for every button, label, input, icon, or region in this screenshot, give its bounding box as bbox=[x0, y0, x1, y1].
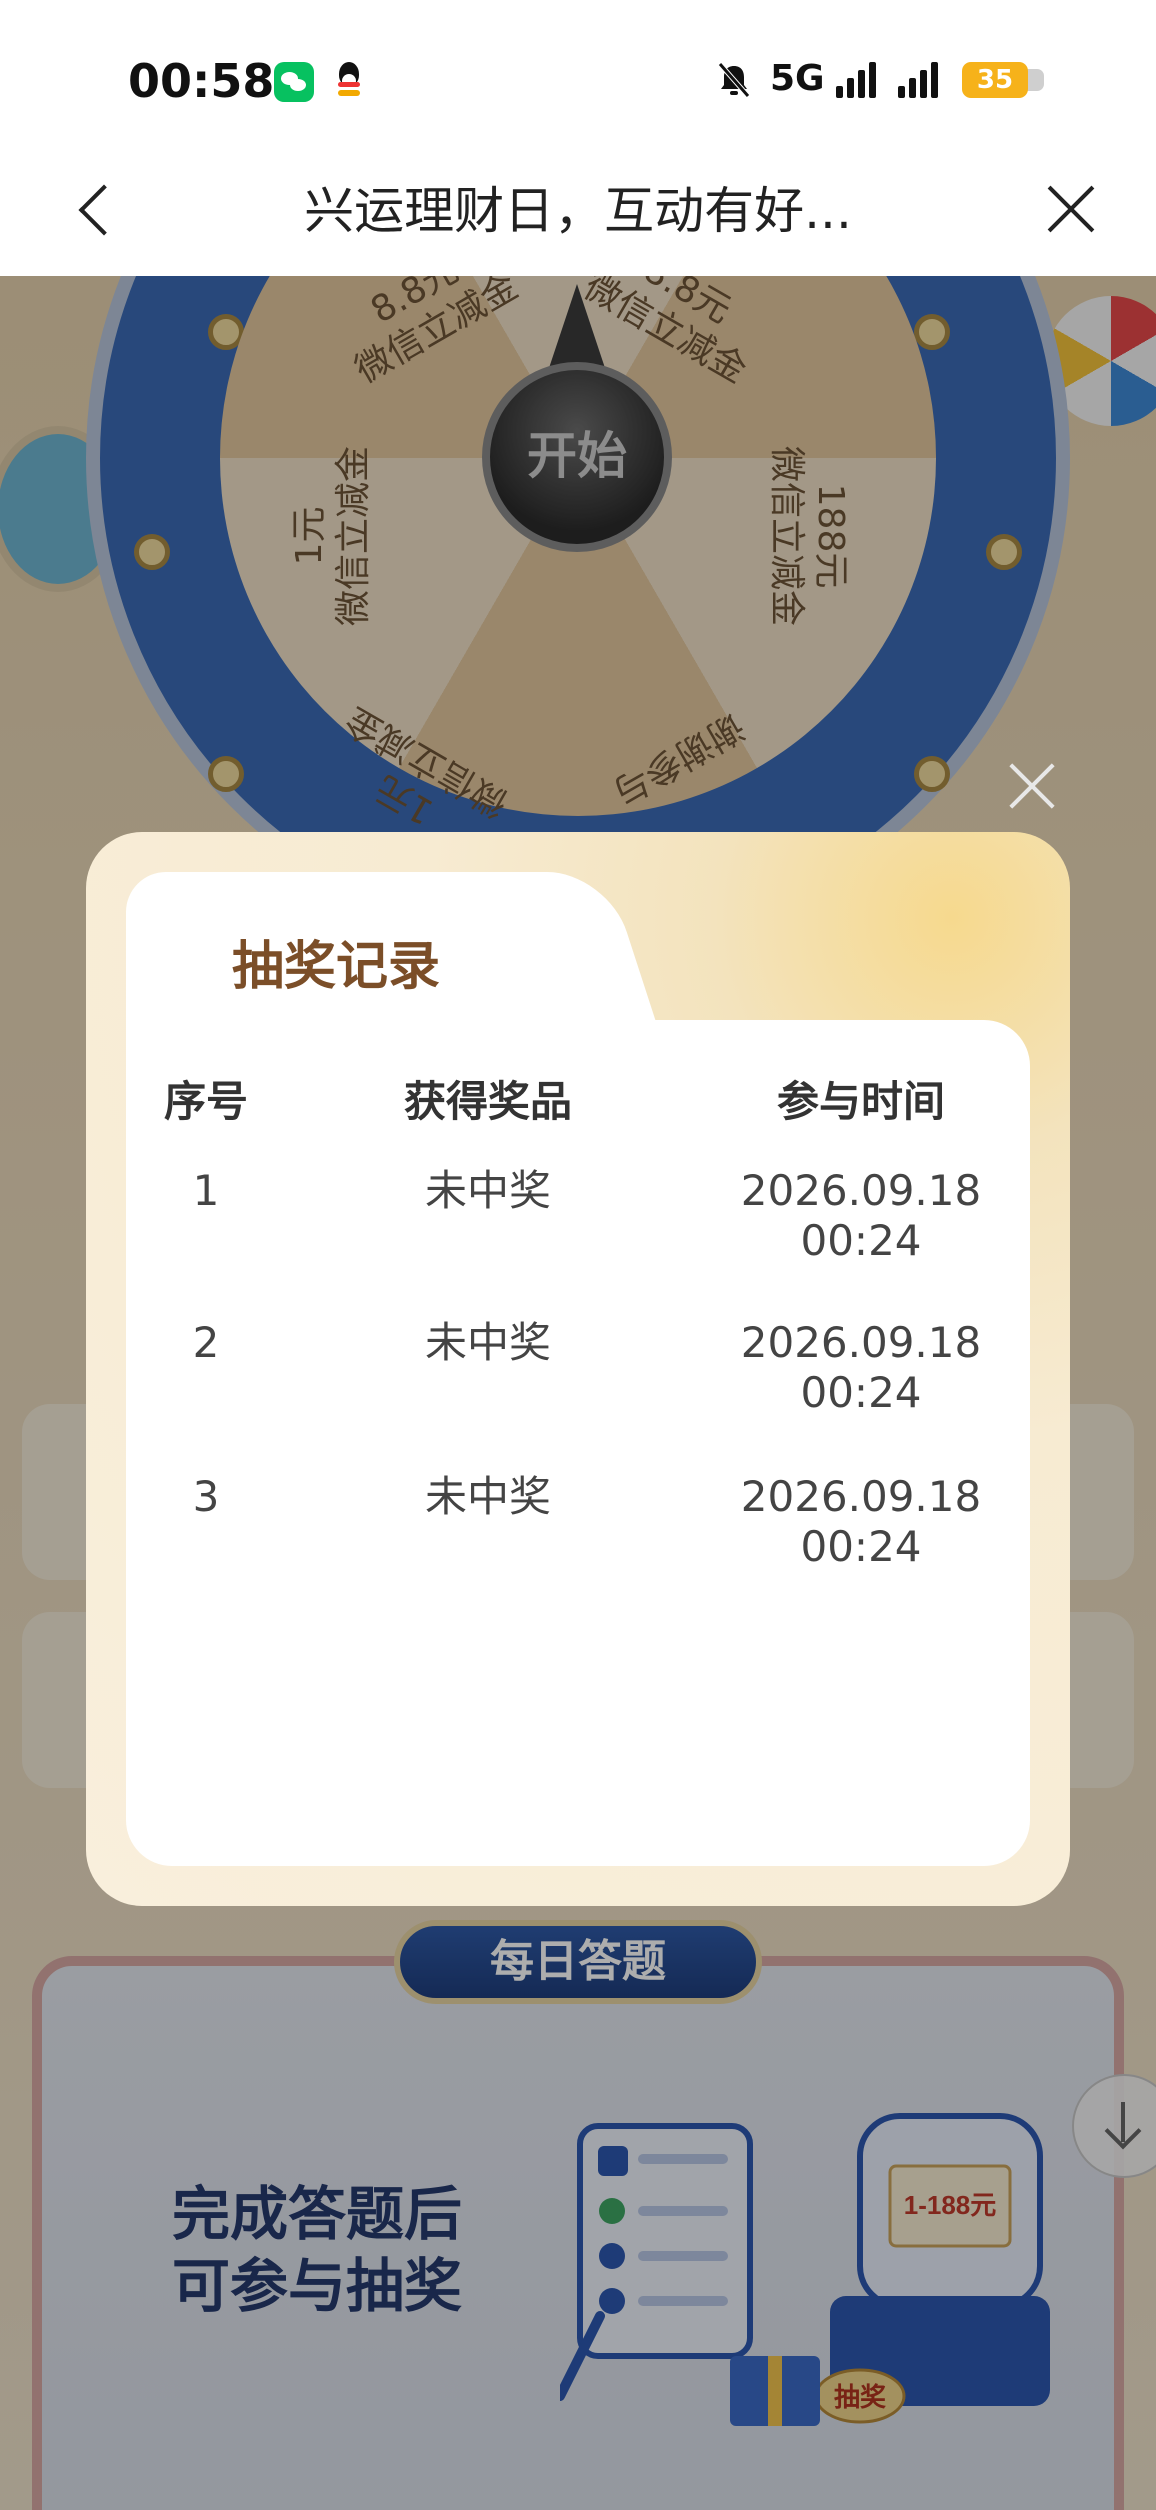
row-prize: 未中奖 bbox=[424, 1166, 551, 1215]
signal-icon bbox=[836, 62, 886, 98]
nav-bar: 兴运理财日，互动有好... bbox=[0, 150, 1156, 276]
status-bar: 00:58 5G 35 bbox=[0, 0, 1156, 150]
bell-mute-icon bbox=[718, 62, 750, 98]
row-time: 2026.09.18 00:24 bbox=[740, 1472, 982, 1571]
row-no: 3 bbox=[192, 1472, 220, 1521]
close-icon[interactable] bbox=[1036, 174, 1106, 244]
page-title: 兴运理财日，互动有好... bbox=[304, 182, 852, 240]
network-type: 5G bbox=[770, 58, 825, 99]
status-time: 00:58 bbox=[128, 54, 275, 108]
row-time: 2026.09.18 00:24 bbox=[740, 1166, 982, 1265]
chevron-left-icon[interactable] bbox=[60, 176, 130, 246]
row-no: 1 bbox=[192, 1166, 220, 1215]
battery-icon: 35 bbox=[962, 62, 1044, 98]
lottery-record-modal: 抽奖记录 序号 获得奖品 参与时间 1 未中奖 2026.09.18 00:24 … bbox=[86, 832, 1070, 1906]
row-no: 2 bbox=[192, 1318, 220, 1367]
wechat-icon bbox=[274, 62, 314, 102]
row-prize: 未中奖 bbox=[424, 1318, 551, 1367]
modal-title: 抽奖记录 bbox=[232, 937, 441, 997]
modal-body bbox=[126, 1020, 1030, 1866]
signal-icon bbox=[898, 62, 948, 98]
row-prize: 未中奖 bbox=[424, 1472, 551, 1521]
row-time: 2026.09.18 00:24 bbox=[740, 1318, 982, 1417]
column-header-no: 序号 bbox=[163, 1077, 248, 1126]
close-icon[interactable] bbox=[1004, 756, 1060, 812]
column-header-prize: 获得奖品 bbox=[403, 1077, 572, 1126]
column-header-time: 参与时间 bbox=[776, 1077, 945, 1126]
qq-icon bbox=[334, 62, 364, 98]
